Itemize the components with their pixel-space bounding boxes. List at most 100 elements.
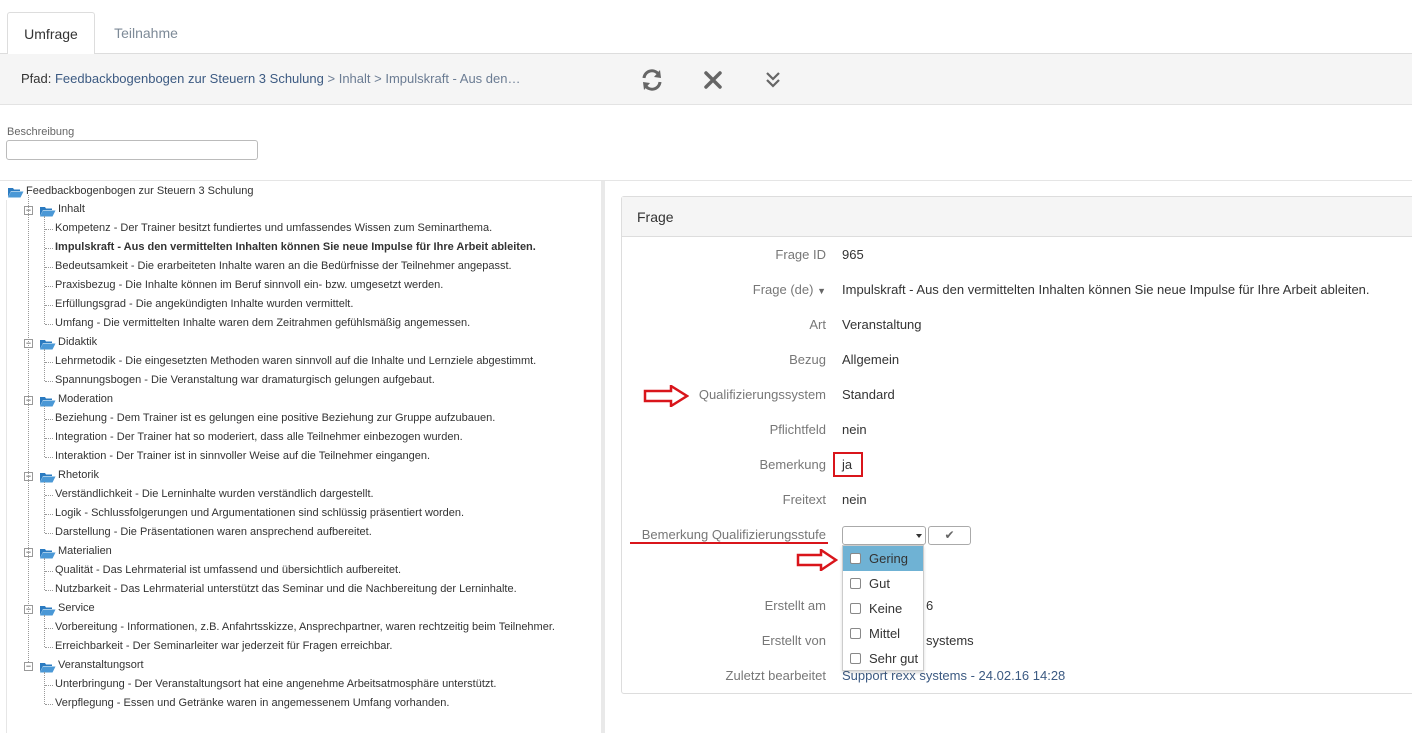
tree-connector xyxy=(44,406,45,457)
tree-item[interactable]: Logik - Schlussfolgerungen und Argumenta… xyxy=(55,507,464,519)
tree-item[interactable]: Erfüllungsgrad - Die angekündigten Inhal… xyxy=(55,298,353,310)
checkbox[interactable] xyxy=(850,653,861,664)
folder-open-icon[interactable] xyxy=(39,337,56,350)
tree-item[interactable]: Interaktion - Der Trainer ist in sinnvol… xyxy=(55,450,430,462)
tree-connector xyxy=(45,590,53,591)
panel-splitter[interactable] xyxy=(601,181,605,733)
tree-connector xyxy=(45,324,53,325)
collapse-toggle-icon[interactable]: − xyxy=(24,662,33,671)
folder-open-icon[interactable] xyxy=(39,204,56,217)
tree-item[interactable]: Erreichbarkeit - Der Seminarleiter war j… xyxy=(55,640,392,652)
tree-group-inhalt[interactable]: Inhalt xyxy=(58,203,85,215)
tree-connector xyxy=(45,419,53,420)
tab-bar: Umfrage Teilnahme xyxy=(0,0,1412,55)
option-gut[interactable]: Gut xyxy=(843,571,923,596)
tree-connector xyxy=(45,514,53,515)
bemerkung-label: Bemerkung xyxy=(759,457,826,472)
tree-group-moderation[interactable]: Moderation xyxy=(58,393,113,405)
tree-connector xyxy=(45,381,53,382)
tree-group-didaktik[interactable]: Didaktik xyxy=(58,336,97,348)
tree-item[interactable]: Verständlichkeit - Die Lerninhalte wurde… xyxy=(55,488,374,500)
breadcrumb-current[interactable]: Impulskraft - Aus den… xyxy=(385,71,520,86)
checkbox[interactable] xyxy=(850,578,861,589)
tree-connector xyxy=(45,286,53,287)
tree-item[interactable]: Kompetenz - Der Trainer besitzt fundiert… xyxy=(55,222,492,234)
folder-open-icon[interactable] xyxy=(39,603,56,616)
option-label: Gut xyxy=(869,576,890,591)
tree-connector xyxy=(45,362,53,363)
tree-item[interactable]: Unterbringung - Der Veranstaltungsort ha… xyxy=(55,678,496,690)
beschreibung-label: Beschreibung xyxy=(7,126,75,138)
breadcrumb-separator: > xyxy=(327,71,336,86)
tree-item[interactable]: Nutzbarkeit - Das Lehrmaterial unterstüt… xyxy=(55,583,517,595)
confirm-button[interactable]: ✔ xyxy=(928,526,971,545)
refresh-icon[interactable] xyxy=(639,67,665,93)
checkbox[interactable] xyxy=(850,628,861,639)
frage-id-value: 965 xyxy=(842,247,864,262)
zuletzt-label: Zuletzt bearbeitet xyxy=(725,668,826,683)
pflichtfeld-value: nein xyxy=(842,422,867,437)
double-chevron-down-icon[interactable] xyxy=(760,67,786,93)
annotation-arrow-icon xyxy=(796,549,838,571)
tree-group-rhetorik[interactable]: Rhetorik xyxy=(58,469,99,481)
qualifizierungssystem-label: Qualifizierungssystem xyxy=(698,387,826,402)
path-label: Pfad: xyxy=(21,71,52,86)
option-label: Gering xyxy=(869,551,909,566)
checkmark-icon: ✔ xyxy=(944,528,955,542)
tree-connector xyxy=(45,704,53,705)
close-icon[interactable] xyxy=(700,67,726,93)
tab-umfrage[interactable]: Umfrage xyxy=(7,12,95,55)
pflichtfeld-label: Pflichtfeld xyxy=(769,422,826,437)
freitext-label: Freitext xyxy=(782,492,826,507)
breadcrumb-separator: > xyxy=(374,71,382,86)
option-label: Sehr gut xyxy=(869,651,919,666)
caret-down-icon[interactable]: ▼ xyxy=(817,286,826,296)
qualifizierungsstufe-dropdown: Gering Gut Keine Mittel Sehr gut xyxy=(842,545,924,671)
tree-item[interactable]: Impulskraft - Aus den vermittelten Inhal… xyxy=(55,241,536,253)
tree-connector xyxy=(45,685,53,686)
folder-open-icon[interactable] xyxy=(39,470,56,483)
tree-item[interactable]: Lehrmetodik - Die eingesetzten Methoden … xyxy=(55,355,536,367)
tree-item[interactable]: Verpflegung - Essen und Getränke waren i… xyxy=(55,697,449,709)
option-mittel[interactable]: Mittel xyxy=(843,621,923,646)
tree-item[interactable]: Bedeutsamkeit - Die erarbeiteten Inhalte… xyxy=(55,260,512,272)
tree-connector xyxy=(45,647,53,648)
folder-open-icon[interactable] xyxy=(39,394,56,407)
checkbox[interactable] xyxy=(850,603,861,614)
tree-item[interactable]: Praxisbezug - Die Inhalte können im Beru… xyxy=(55,279,443,291)
tree-connector xyxy=(45,571,53,572)
tree-connector xyxy=(45,229,53,230)
art-value: Veranstaltung xyxy=(842,317,922,332)
tree-group-service[interactable]: Service xyxy=(58,602,95,614)
breadcrumb-root[interactable]: Feedbackbogenbogen zur Steuern 3 Schulun… xyxy=(55,71,324,86)
tree-connector xyxy=(45,305,53,306)
tree-item[interactable]: Vorbereitung - Informationen, z.B. Anfah… xyxy=(55,621,555,633)
tree-item[interactable]: Qualität - Das Lehrmaterial ist umfassen… xyxy=(55,564,401,576)
tab-teilnahme[interactable]: Teilnahme xyxy=(100,12,192,55)
checkbox[interactable] xyxy=(850,553,861,564)
option-gering[interactable]: Gering xyxy=(843,546,923,571)
tree-item[interactable]: Beziehung - Dem Trainer ist es gelungen … xyxy=(55,412,495,424)
option-keine[interactable]: Keine xyxy=(843,596,923,621)
qualifizierungsstufe-select[interactable] xyxy=(842,526,926,545)
tree-item[interactable]: Umfang - Die vermittelten Inhalte waren … xyxy=(55,317,470,329)
frage-panel: Frage xyxy=(621,196,1412,694)
tree-connector xyxy=(45,628,53,629)
breadcrumb-inhalt[interactable]: Inhalt xyxy=(339,71,371,86)
tree-item[interactable]: Darstellung - Die Präsentationen waren a… xyxy=(55,526,372,538)
annotation-arrow-icon xyxy=(643,385,689,407)
panel-title: Frage xyxy=(637,209,674,225)
frage-de-label[interactable]: Frage (de) ▼ xyxy=(753,282,826,297)
option-sehr-gut[interactable]: Sehr gut xyxy=(843,646,923,671)
folder-open-icon[interactable] xyxy=(39,546,56,559)
folder-open-icon[interactable] xyxy=(39,660,56,673)
tree-item[interactable]: Integration - Der Trainer hat so moderie… xyxy=(55,431,463,443)
tree-group-veranstaltungsort[interactable]: Veranstaltungsort xyxy=(58,659,144,671)
tree-item[interactable]: Spannungsbogen - Die Veranstaltung war d… xyxy=(55,374,435,386)
option-label: Keine xyxy=(869,601,903,616)
folder-open-icon[interactable] xyxy=(7,185,24,198)
tree-connector xyxy=(44,216,45,324)
beschreibung-input[interactable] xyxy=(6,140,258,160)
tree-root[interactable]: Feedbackbogenbogen zur Steuern 3 Schulun… xyxy=(26,185,254,197)
tree-group-materialien[interactable]: Materialien xyxy=(58,545,112,557)
